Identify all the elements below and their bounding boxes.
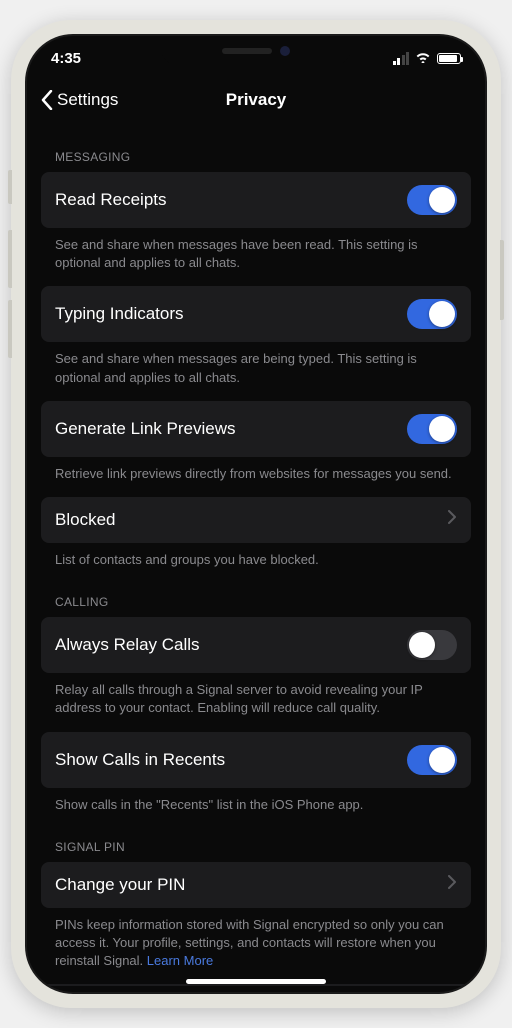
row-read-receipts[interactable]: Read Receipts bbox=[41, 172, 471, 228]
row-desc: See and share when messages have been re… bbox=[41, 228, 471, 272]
navigation-bar: Settings Privacy bbox=[27, 80, 485, 124]
row-blocked[interactable]: Blocked bbox=[41, 497, 471, 543]
row-label: Blocked bbox=[55, 510, 115, 530]
toggle-typing-indicators[interactable] bbox=[407, 299, 457, 329]
toggle-read-receipts[interactable] bbox=[407, 185, 457, 215]
row-desc: Retrieve link previews directly from web… bbox=[41, 457, 471, 483]
section-header-signal-pin: Signal PIN bbox=[41, 814, 471, 862]
row-label: Read Receipts bbox=[55, 190, 167, 210]
row-label: Show Calls in Recents bbox=[55, 750, 225, 770]
row-label: Generate Link Previews bbox=[55, 419, 235, 439]
home-indicator[interactable] bbox=[186, 979, 326, 984]
learn-more-link[interactable]: Learn More bbox=[147, 953, 213, 968]
wifi-icon bbox=[415, 50, 431, 66]
back-button[interactable]: Settings bbox=[41, 90, 118, 110]
row-desc: See and share when messages are being ty… bbox=[41, 342, 471, 386]
row-relay-calls[interactable]: Always Relay Calls bbox=[41, 617, 471, 673]
status-time: 4:35 bbox=[51, 50, 81, 67]
battery-icon bbox=[437, 53, 461, 64]
row-label: Typing Indicators bbox=[55, 304, 184, 324]
row-desc: Relay all calls through a Signal server … bbox=[41, 673, 471, 717]
toggle-show-recents[interactable] bbox=[407, 745, 457, 775]
row-show-recents[interactable]: Show Calls in Recents bbox=[41, 732, 471, 788]
toggle-link-previews[interactable] bbox=[407, 414, 457, 444]
section-header-messaging: Messaging bbox=[41, 124, 471, 172]
cellular-signal-icon bbox=[393, 52, 410, 65]
chevron-right-icon bbox=[448, 510, 457, 529]
row-desc: List of contacts and groups you have blo… bbox=[41, 543, 471, 569]
row-desc: PINs keep information stored with Signal… bbox=[41, 908, 471, 971]
row-desc: Show calls in the "Recents" list in the … bbox=[41, 788, 471, 814]
chevron-right-icon bbox=[448, 875, 457, 894]
row-label: Always Relay Calls bbox=[55, 635, 200, 655]
row-typing-indicators[interactable]: Typing Indicators bbox=[41, 286, 471, 342]
row-change-pin[interactable]: Change your PIN bbox=[41, 862, 471, 908]
chevron-left-icon bbox=[41, 90, 53, 110]
toggle-relay-calls[interactable] bbox=[407, 630, 457, 660]
section-header-calling: Calling bbox=[41, 569, 471, 617]
row-pin-reminders[interactable]: PIN Reminders bbox=[41, 984, 471, 986]
desc-text: PINs keep information stored with Signal… bbox=[55, 917, 444, 968]
row-label: Change your PIN bbox=[55, 875, 185, 895]
back-label: Settings bbox=[57, 90, 118, 110]
row-link-previews[interactable]: Generate Link Previews bbox=[41, 401, 471, 457]
